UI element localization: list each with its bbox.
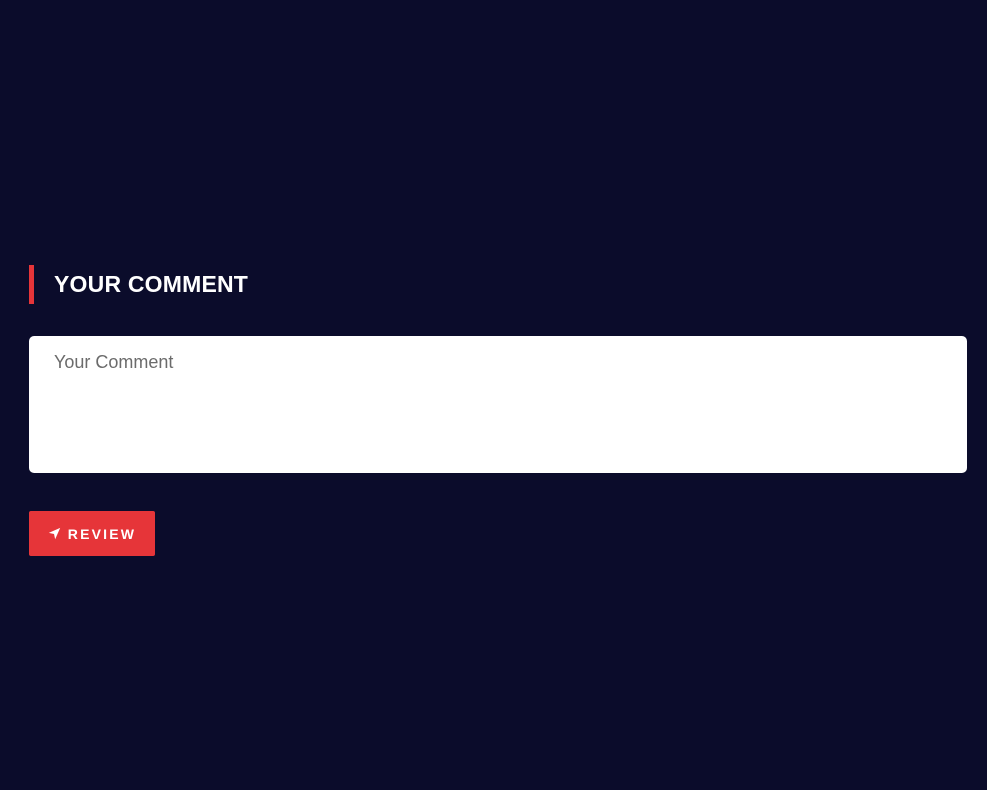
comment-section-heading: YOUR COMMENT bbox=[29, 265, 248, 304]
comment-textarea[interactable] bbox=[29, 336, 967, 473]
page: YOUR COMMENT REVIEW bbox=[0, 0, 987, 790]
heading-accent-bar bbox=[29, 265, 34, 304]
section-title: YOUR COMMENT bbox=[54, 271, 249, 297]
location-arrow-icon bbox=[48, 527, 61, 540]
review-submit-button[interactable]: REVIEW bbox=[29, 511, 155, 556]
review-button-label: REVIEW bbox=[67, 525, 137, 542]
